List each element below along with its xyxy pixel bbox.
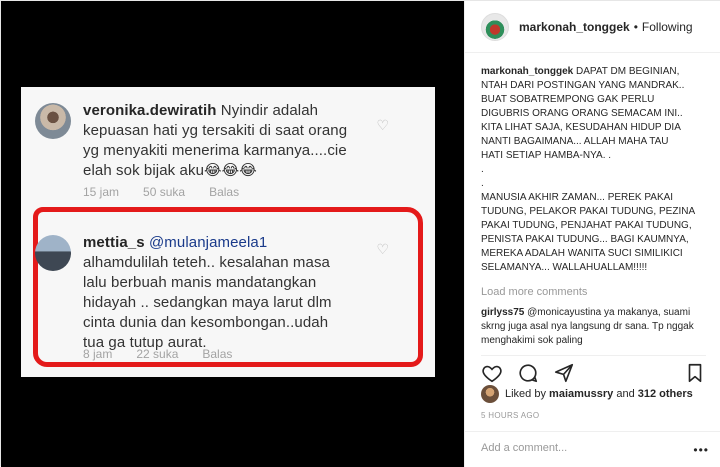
caption: markonah_tonggek DAPAT DM BEGINIAN, NTAH… [481, 66, 696, 273]
liker-avatar [481, 385, 499, 403]
mettia-avatar [35, 235, 71, 271]
author-username[interactable]: markonah_tonggek [519, 20, 630, 34]
header-separator: • [633, 19, 638, 34]
author-avatar[interactable] [481, 12, 509, 41]
shot-comment-2-text: mettia_s @mulanjameela1 alhamdulilah tet… [83, 234, 332, 351]
more-options-icon[interactable]: ••• [693, 443, 709, 457]
likes-summary: Liked by maiamussry and 312 others [481, 385, 693, 403]
post-image[interactable]: veronika.dewiratih Nyindir adalah kepuas… [1, 1, 464, 467]
shot-comment-1-meta: 15 jam 50 suka Balas [83, 185, 240, 199]
share-icon[interactable] [553, 362, 575, 384]
shot-comment-1-text: veronika.dewiratih Nyindir adalah kepuas… [83, 102, 348, 179]
follow-button[interactable]: Following [642, 20, 693, 34]
action-bar [481, 355, 706, 384]
liker-username[interactable]: maiamussry [549, 388, 613, 400]
heart-icon[interactable] [481, 362, 503, 384]
post-timestamp: 5 HOURS AGO [481, 411, 540, 420]
instagram-post: veronika.dewiratih Nyindir adalah kepuas… [0, 0, 720, 467]
comment-username[interactable]: girlyss75 [481, 307, 524, 318]
shot-heart-icon-2: ♡ [376, 241, 389, 257]
comment-item: girlyss75 @monicayustina ya makanya, sua… [481, 306, 705, 348]
add-comment-input[interactable]: Add a comment... [465, 431, 720, 467]
comment-mention[interactable]: @monicayustina [527, 307, 601, 318]
shot-comment-2-username: mettia_s [83, 234, 145, 251]
shot-comment-2-meta: 8 jam 22 suka Balas [83, 347, 233, 361]
caption-username[interactable]: markonah_tonggek [481, 66, 573, 77]
comment-icon[interactable] [517, 362, 539, 384]
load-more-comments-link[interactable]: Load more comments [481, 286, 587, 298]
bookmark-icon[interactable] [684, 362, 706, 384]
post-header: markonah_tonggek • Following [465, 1, 720, 53]
comment-screenshot: veronika.dewiratih Nyindir adalah kepuas… [21, 87, 435, 377]
likes-count-link[interactable]: 312 others [638, 388, 693, 400]
veronika-avatar [35, 103, 71, 139]
shot-comment-1-username: veronika.dewiratih [83, 102, 217, 119]
shot-heart-icon: ♡ [376, 117, 389, 133]
post-sidebar: markonah_tonggek • Following markonah_to… [464, 1, 720, 467]
